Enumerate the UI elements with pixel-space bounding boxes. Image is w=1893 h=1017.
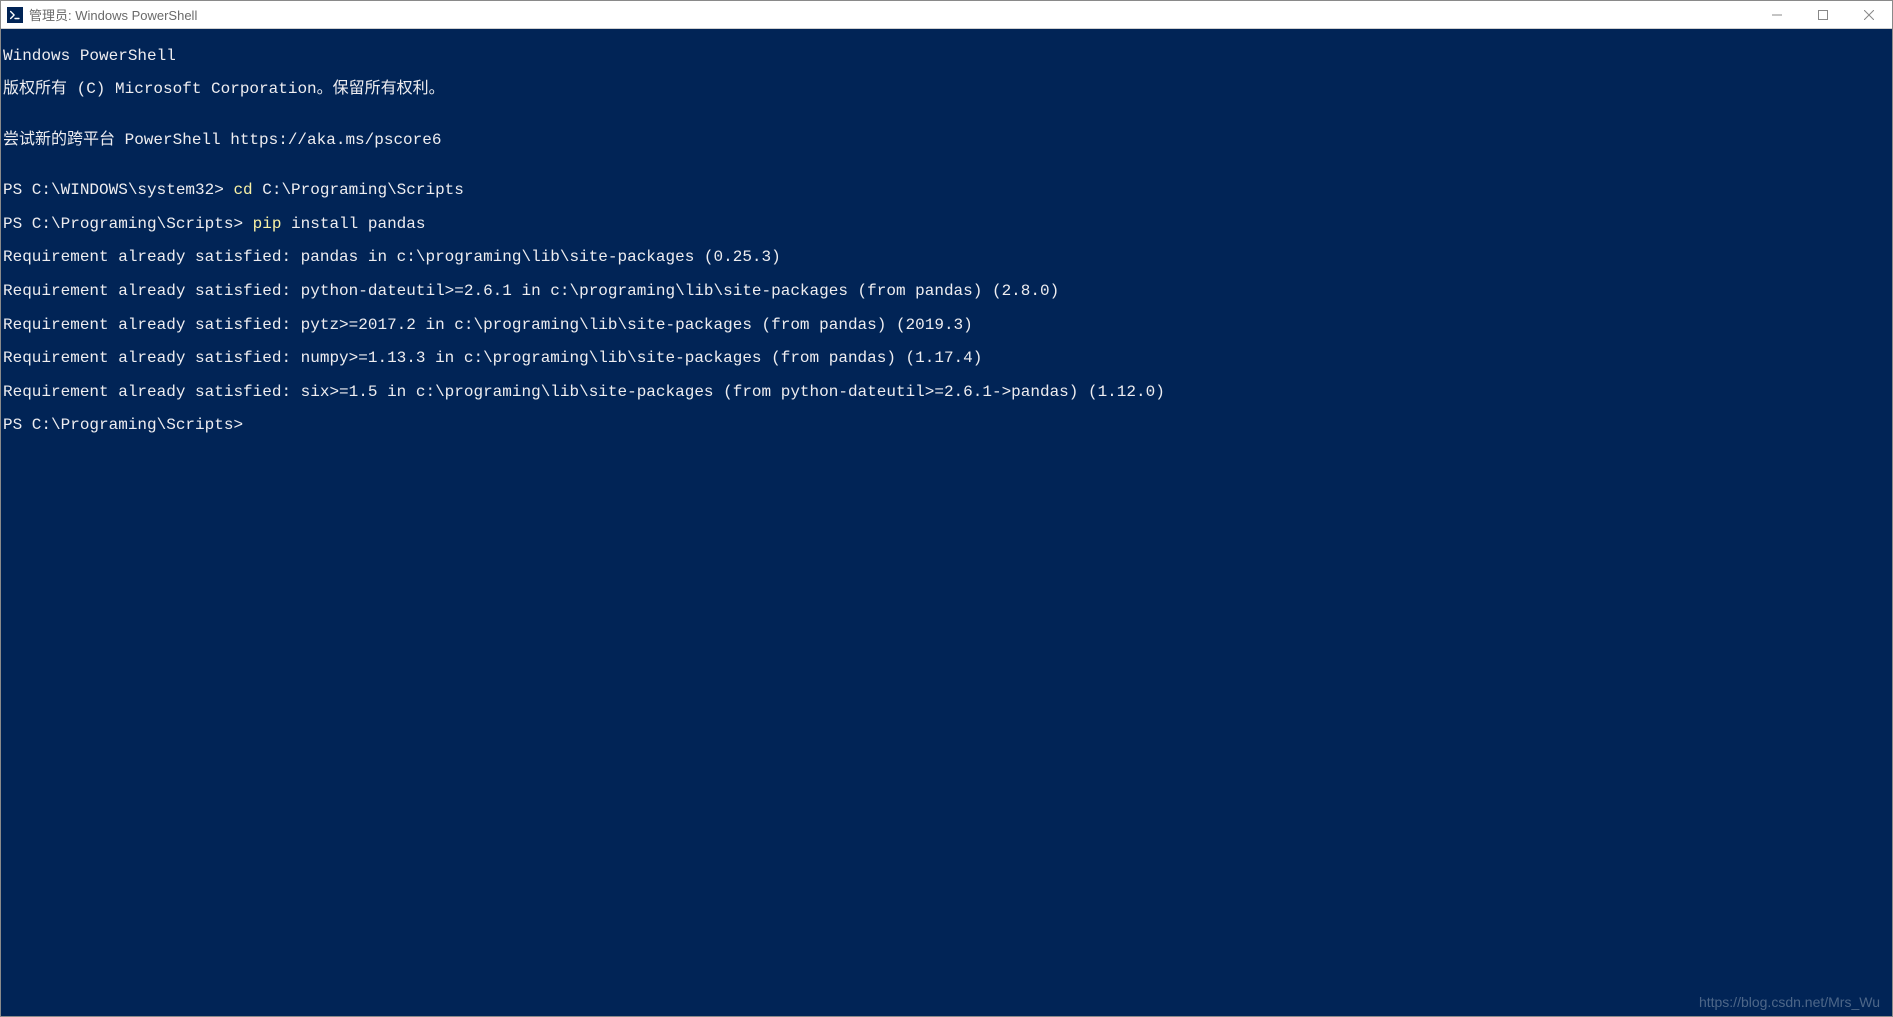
command: cd <box>233 181 262 199</box>
terminal-line: PS C:\WINDOWS\system32> cd C:\Programing… <box>3 182 1890 199</box>
terminal-line: Requirement already satisfied: numpy>=1.… <box>3 350 1890 367</box>
terminal-line: PS C:\Programing\Scripts> pip install pa… <box>3 216 1890 233</box>
powershell-window: 管理员: Windows PowerShell Windows PowerShe… <box>0 0 1893 1017</box>
window-controls <box>1754 1 1892 28</box>
command: pip <box>253 215 291 233</box>
titlebar[interactable]: 管理员: Windows PowerShell <box>1 1 1892 29</box>
terminal-line: Requirement already satisfied: pytz>=201… <box>3 317 1890 334</box>
prompt: PS C:\Programing\Scripts> <box>3 416 243 434</box>
window-title: 管理员: Windows PowerShell <box>29 5 1754 24</box>
prompt: PS C:\Programing\Scripts> <box>3 215 253 233</box>
terminal-area[interactable]: Windows PowerShell 版权所有 (C) Microsoft Co… <box>1 29 1892 1016</box>
powershell-icon <box>7 7 23 23</box>
maximize-button[interactable] <box>1800 1 1846 28</box>
terminal-line: Windows PowerShell <box>3 48 1890 65</box>
terminal-line: 版权所有 (C) Microsoft Corporation。保留所有权利。 <box>3 81 1890 98</box>
terminal-line: Requirement already satisfied: six>=1.5 … <box>3 384 1890 401</box>
minimize-button[interactable] <box>1754 1 1800 28</box>
close-button[interactable] <box>1846 1 1892 28</box>
terminal-line: Requirement already satisfied: python-da… <box>3 283 1890 300</box>
prompt: PS C:\WINDOWS\system32> <box>3 181 233 199</box>
terminal-line: Requirement already satisfied: pandas in… <box>3 249 1890 266</box>
command-arg: install pandas <box>291 215 425 233</box>
terminal-line: 尝试新的跨平台 PowerShell https://aka.ms/pscore… <box>3 132 1890 149</box>
command-arg: C:\Programing\Scripts <box>262 181 464 199</box>
terminal-line: PS C:\Programing\Scripts> <box>3 417 1890 434</box>
watermark: https://blog.csdn.net/Mrs_Wu <box>1699 995 1880 1010</box>
